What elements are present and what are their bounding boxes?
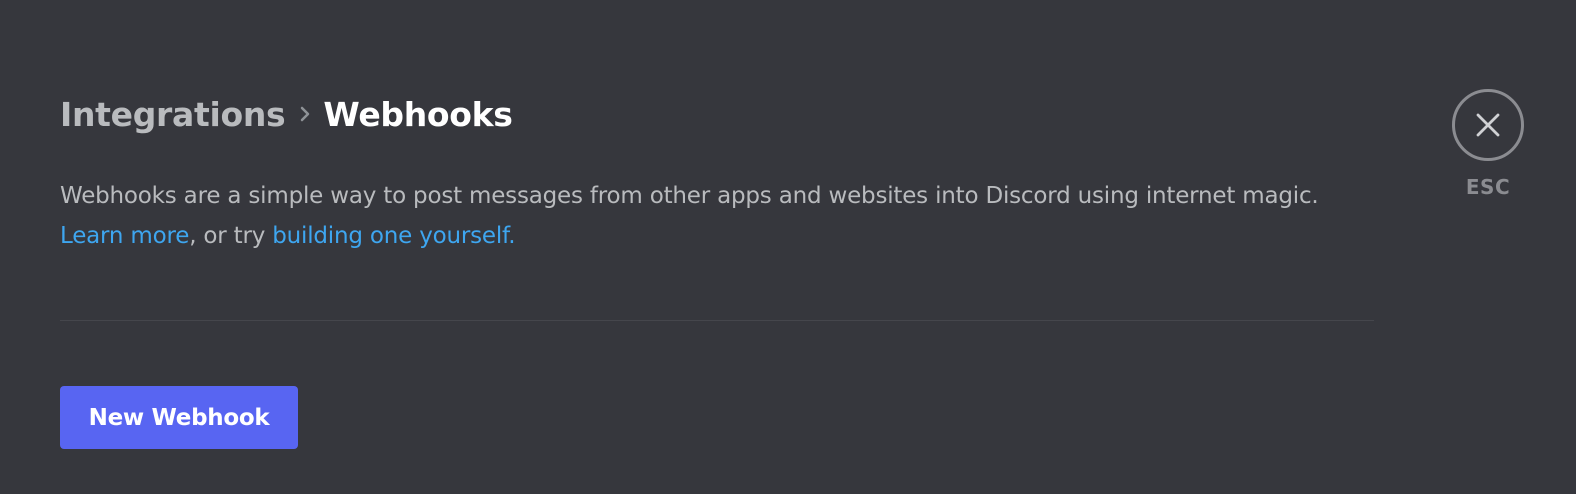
description-text: Webhooks are a simple way to post messag… xyxy=(60,183,1319,209)
section-divider xyxy=(60,320,1374,321)
close-icon xyxy=(1476,113,1500,137)
build-one-yourself-link[interactable]: building one yourself. xyxy=(272,223,515,249)
close-button[interactable] xyxy=(1452,89,1524,161)
chevron-right-icon xyxy=(293,99,317,129)
description-middle-text: , or try xyxy=(189,223,273,249)
page-title: Webhooks xyxy=(323,94,513,134)
breadcrumb: Integrations Webhooks xyxy=(60,88,513,140)
description-links-line: Learn more, or try building one yourself… xyxy=(60,216,1374,256)
webhooks-settings-panel: Integrations Webhooks Webhooks are a sim… xyxy=(60,0,1374,494)
esc-label: ESC xyxy=(1465,175,1511,199)
webhooks-description: Webhooks are a simple way to post messag… xyxy=(60,176,1374,256)
new-webhook-button[interactable]: New Webhook xyxy=(60,386,298,449)
learn-more-link[interactable]: Learn more xyxy=(60,223,189,249)
close-area: ESC xyxy=(1452,89,1524,209)
breadcrumb-integrations-link[interactable]: Integrations xyxy=(60,95,286,134)
